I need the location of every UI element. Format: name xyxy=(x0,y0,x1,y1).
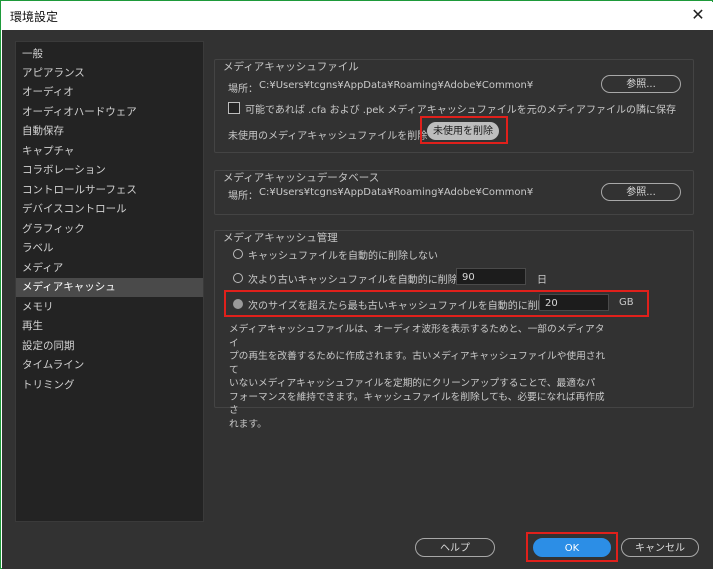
sidebar-item-collaboration[interactable]: コラボレーション xyxy=(16,161,203,180)
sidebar-item-audio-hardware[interactable]: オーディオハードウェア xyxy=(16,103,203,122)
cache-database-path: C:¥Users¥tcgns¥AppData¥Roaming¥Adobe¥Com… xyxy=(259,187,534,198)
ok-button[interactable]: OK xyxy=(533,538,611,557)
sidebar-item-graphics[interactable]: グラフィック xyxy=(16,220,203,239)
group-title: メディアキャッシュデータベース xyxy=(223,172,380,184)
days-unit: 日 xyxy=(537,275,547,286)
description-line: いないメディアキャッシュファイルを定期的にクリーンアップすることで、最適なパ xyxy=(229,378,596,389)
sidebar-item-sync-settings[interactable]: 設定の同期 xyxy=(16,337,203,356)
size-unit: GB xyxy=(619,297,634,308)
help-button[interactable]: ヘルプ xyxy=(415,538,495,557)
group-title: メディアキャッシュファイル xyxy=(223,61,359,73)
group-title: メディアキャッシュ管理 xyxy=(223,232,338,244)
remove-unused-button[interactable]: 未使用を削除 xyxy=(427,122,499,140)
description-line: れます。 xyxy=(229,418,267,430)
sidebar-item-device-control[interactable]: デバイスコントロール xyxy=(16,200,203,219)
radio-delete-older-than[interactable] xyxy=(233,273,243,283)
sidebar-item-control-surface[interactable]: コントロールサーフェス xyxy=(16,181,203,200)
sidebar-item-memory[interactable]: メモリ xyxy=(16,298,203,317)
remove-unused-label: 未使用のメディアキャッシュファイルを削除 xyxy=(228,131,428,142)
cache-files-path: C:¥Users¥tcgns¥AppData¥Roaming¥Adobe¥Com… xyxy=(259,80,534,91)
sidebar-item-general[interactable]: 一般 xyxy=(16,45,203,64)
radio-never-delete-label: キャッシュファイルを自動的に削除しない xyxy=(248,251,438,262)
description-line: プの再生を改善するために作成されます。古いメディアキャッシュファイルや使用されて xyxy=(229,351,606,376)
browse-button[interactable]: 参照... xyxy=(601,75,681,93)
size-input[interactable]: 20 xyxy=(539,294,609,311)
save-next-to-originals-label: 可能であれば .cfa および .pek メディアキャッシュファイルを元のメディ… xyxy=(245,105,677,116)
cancel-button[interactable]: キャンセル xyxy=(621,538,699,557)
radio-delete-over-size-label: 次のサイズを超えたら最も古いキャッシュファイルを自動的に削除： xyxy=(248,301,558,312)
sidebar-item-auto-save[interactable]: 自動保存 xyxy=(16,122,203,141)
browse-button[interactable]: 参照... xyxy=(601,183,681,201)
days-input[interactable]: 90 xyxy=(456,268,526,285)
sidebar-item-audio[interactable]: オーディオ xyxy=(16,83,203,102)
sidebar-item-appearance[interactable]: アピアランス xyxy=(16,64,203,83)
sidebar-item-timeline[interactable]: タイムライン xyxy=(16,356,203,375)
radio-delete-over-size[interactable] xyxy=(233,299,243,309)
radio-never-delete[interactable] xyxy=(233,249,243,259)
title-bar: 環境設定 ✕ xyxy=(2,2,713,30)
category-list: 一般 アピアランス オーディオ オーディオハードウェア 自動保存 キャプチャ コ… xyxy=(15,41,204,522)
sidebar-item-capture[interactable]: キャプチャ xyxy=(16,142,203,161)
media-cache-files-group: メディアキャッシュファイル 場所： C:¥Users¥tcgns¥AppData… xyxy=(214,59,694,153)
location-label: 場所： xyxy=(228,84,258,95)
sidebar-item-media-cache[interactable]: メディアキャッシュ xyxy=(16,278,203,297)
sidebar-item-labels[interactable]: ラベル xyxy=(16,239,203,258)
media-cache-database-group: メディアキャッシュデータベース 場所： C:¥Users¥tcgns¥AppDa… xyxy=(214,170,694,215)
close-icon[interactable]: ✕ xyxy=(688,5,708,25)
location-label: 場所： xyxy=(228,191,258,202)
media-cache-management-group: メディアキャッシュ管理 キャッシュファイルを自動的に削除しない 次より古いキャッ… xyxy=(214,230,694,430)
window-title: 環境設定 xyxy=(10,10,59,24)
description-line: メディアキャッシュファイルは、オーディオ波形を表示するためと、一部のメディアタイ xyxy=(229,324,605,349)
cache-description: メディアキャッシュファイルは、オーディオ波形を表示するためと、一部のメディアタイ… xyxy=(229,323,609,431)
sidebar-item-trimming[interactable]: トリミング xyxy=(16,376,203,395)
sidebar-item-playback[interactable]: 再生 xyxy=(16,317,203,336)
dialog-body: 一般 アピアランス オーディオ オーディオハードウェア 自動保存 キャプチャ コ… xyxy=(2,30,713,569)
radio-delete-older-than-label: 次より古いキャッシュファイルを自動的に削除： xyxy=(248,275,468,286)
description-line: フォーマンスを維持できます。キャッシュファイルを削除しても、必要になれば再作成さ xyxy=(229,391,605,417)
sidebar-item-media[interactable]: メディア xyxy=(16,259,203,278)
save-next-to-originals-checkbox[interactable] xyxy=(228,102,240,114)
preferences-dialog: 環境設定 ✕ 一般 アピアランス オーディオ オーディオハードウェア 自動保存 … xyxy=(0,0,713,569)
